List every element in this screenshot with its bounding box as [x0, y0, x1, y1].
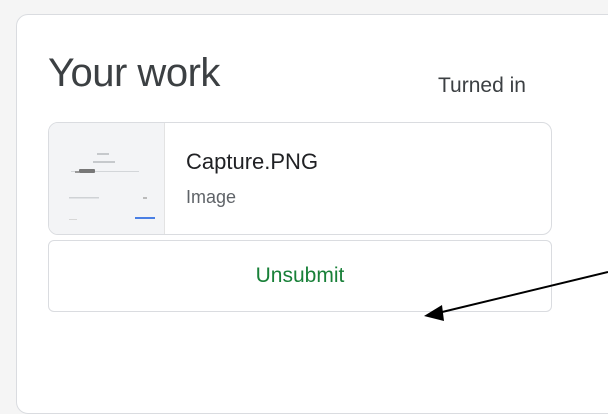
status-badge: Turned in	[438, 74, 526, 97]
your-work-title: Your work	[48, 51, 220, 95]
attachment-card[interactable]: Capture.PNG Image	[48, 122, 552, 235]
file-type: Image	[186, 187, 237, 207]
unsubmit-button[interactable]: Unsubmit	[48, 240, 552, 312]
image-thumbnail	[49, 123, 165, 234]
file-name[interactable]: Capture.PNG	[186, 149, 318, 175]
